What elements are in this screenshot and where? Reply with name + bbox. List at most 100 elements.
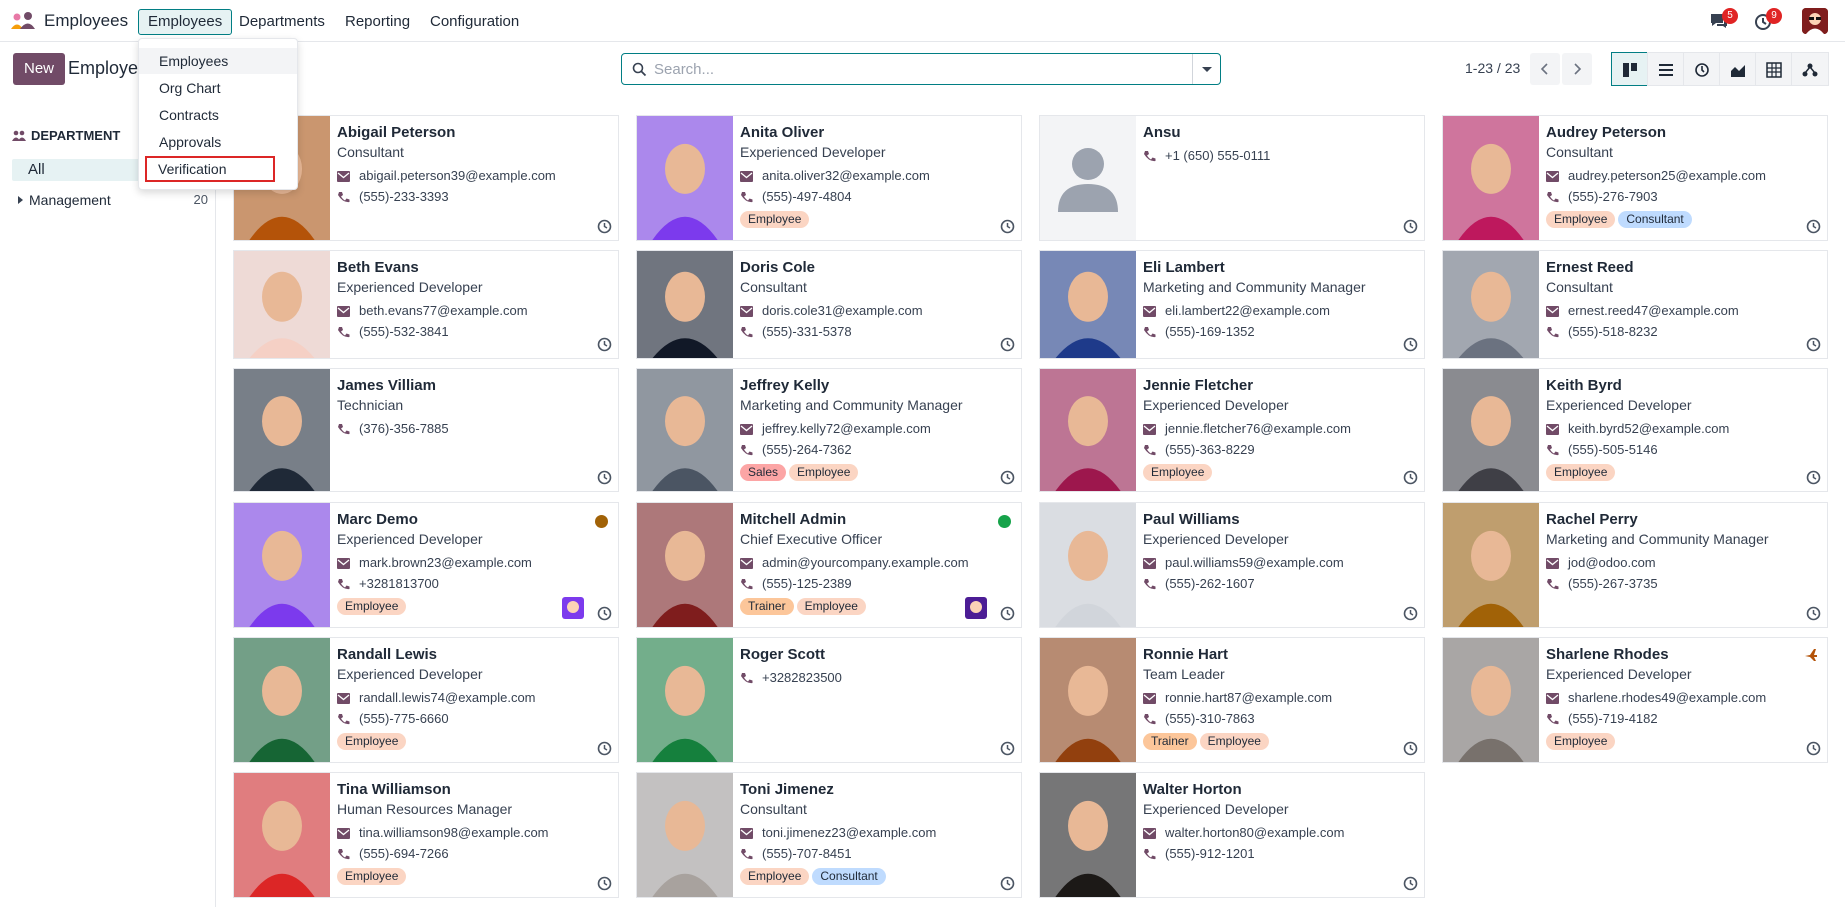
hierarchy-view-button[interactable] (1791, 52, 1829, 86)
sidebar-item-management[interactable]: Management 20 (12, 190, 208, 210)
employee-card[interactable]: Ronnie Hart Team Leader ronnie.hart87@exam… (1039, 637, 1425, 763)
activity-clock-icon[interactable] (1000, 606, 1015, 621)
employee-card[interactable]: Jennie Fletcher Experienced Developer jenn… (1039, 368, 1425, 492)
activity-clock-icon[interactable] (597, 876, 612, 891)
related-user-avatar[interactable] (562, 597, 584, 619)
employee-card[interactable]: Toni Jimenez Consultant toni.jimenez23@exa… (636, 772, 1022, 898)
activity-clock-icon[interactable] (1403, 741, 1418, 756)
employee-name[interactable]: Tina Williamson (337, 781, 451, 798)
employee-card[interactable]: Ansu +1 (650) 555-0111 (1039, 115, 1425, 241)
pager-next[interactable] (1562, 53, 1592, 85)
employees-app-icon[interactable] (10, 11, 36, 31)
employee-card[interactable]: Audrey Peterson Consultant audrey.peterson… (1442, 115, 1828, 241)
list-view-button[interactable] (1647, 52, 1684, 86)
employee-name[interactable]: Roger Scott (740, 646, 825, 663)
employee-name[interactable]: Audrey Peterson (1546, 124, 1666, 141)
employee-phone: (555)-262-1607 (1143, 576, 1255, 591)
employee-card[interactable]: Sharlene Rhodes Experienced Developer shar… (1442, 637, 1828, 763)
employee-card[interactable]: Beth Evans Experienced Developer beth.evan… (233, 250, 619, 359)
app-name[interactable]: Employees (44, 11, 128, 31)
employee-card[interactable]: Keith Byrd Experienced Developer keith.byr… (1442, 368, 1828, 492)
employee-card[interactable]: Marc Demo Experienced Developer mark.brown… (233, 502, 619, 628)
activity-clock-icon[interactable] (597, 337, 612, 352)
pager-previous[interactable] (1530, 53, 1560, 85)
activity-clock-icon[interactable] (1000, 337, 1015, 352)
activity-view-button[interactable] (1683, 52, 1720, 86)
employee-card[interactable]: Paul Williams Experienced Developer paul.w… (1039, 502, 1425, 628)
employee-card[interactable]: Rachel Perry Marketing and Community Mana… (1442, 502, 1828, 628)
employee-name[interactable]: Eli Lambert (1143, 259, 1225, 276)
employee-name[interactable]: Doris Cole (740, 259, 815, 276)
activity-clock-icon[interactable] (1403, 470, 1418, 485)
activity-clock-icon[interactable] (1806, 219, 1821, 234)
dropdown-item-verification[interactable]: Verification (145, 156, 275, 182)
employee-card[interactable]: Randall Lewis Experienced Developer randal… (233, 637, 619, 763)
employee-name[interactable]: Toni Jimenez (740, 781, 834, 798)
employee-name[interactable]: Paul Williams (1143, 511, 1240, 528)
employee-card[interactable]: Roger Scott +3282823500 (636, 637, 1022, 763)
employee-name[interactable]: James Villiam (337, 377, 436, 394)
pivot-view-button[interactable] (1755, 52, 1792, 86)
graph-view-button[interactable] (1719, 52, 1756, 86)
employee-card[interactable]: Tina Williamson Human Resources Manager ti… (233, 772, 619, 898)
activity-clock-icon[interactable] (1403, 876, 1418, 891)
activity-clock-icon[interactable] (597, 219, 612, 234)
search-input[interactable] (654, 58, 1194, 80)
employee-name[interactable]: Rachel Perry (1546, 511, 1638, 528)
dropdown-item-employees[interactable]: Employees (139, 48, 297, 74)
search-box[interactable] (621, 53, 1221, 85)
activity-clock-icon[interactable] (1403, 606, 1418, 621)
employee-card[interactable]: Jeffrey Kelly Marketing and Community Man… (636, 368, 1022, 492)
activity-clock-icon[interactable] (1806, 470, 1821, 485)
user-avatar[interactable] (1802, 8, 1828, 34)
activity-clock-icon[interactable] (597, 606, 612, 621)
pager-value[interactable]: 1-23 / 23 (1465, 60, 1520, 76)
activity-clock-icon[interactable] (1806, 606, 1821, 621)
menu-departments[interactable]: Departments (229, 9, 335, 35)
dropdown-item-approvals[interactable]: Approvals (139, 129, 297, 155)
activity-clock-icon[interactable] (1806, 741, 1821, 756)
dropdown-item-contracts[interactable]: Contracts (139, 102, 297, 128)
employee-card[interactable]: Ernest Reed Consultant ernest.reed47@examp… (1442, 250, 1828, 359)
employee-name[interactable]: Walter Horton (1143, 781, 1242, 798)
activity-clock-icon[interactable] (1000, 470, 1015, 485)
employee-name[interactable]: Keith Byrd (1546, 377, 1622, 394)
activity-clock-icon[interactable] (1000, 876, 1015, 891)
employee-name[interactable]: Abigail Peterson (337, 124, 455, 141)
employee-name[interactable]: Marc Demo (337, 511, 418, 528)
activity-clock-icon[interactable] (1806, 337, 1821, 352)
employee-name[interactable]: Sharlene Rhodes (1546, 646, 1669, 663)
activity-clock-icon[interactable] (597, 741, 612, 756)
activity-clock-icon[interactable] (597, 470, 612, 485)
tag-employee: Employee (740, 211, 810, 228)
related-user-avatar[interactable] (965, 597, 987, 619)
employee-name[interactable]: Ronnie Hart (1143, 646, 1228, 663)
employee-name[interactable]: Ernest Reed (1546, 259, 1634, 276)
employee-card[interactable]: Mitchell Admin Chief Executive Officer adm… (636, 502, 1022, 628)
employee-card[interactable]: Doris Cole Consultant doris.cole31@example… (636, 250, 1022, 359)
employee-name[interactable]: Anita Oliver (740, 124, 824, 141)
kanban-view-button[interactable] (1611, 52, 1648, 86)
employee-name[interactable]: Randall Lewis (337, 646, 437, 663)
employee-card[interactable]: Eli Lambert Marketing and Community Manag… (1039, 250, 1425, 359)
menu-configuration[interactable]: Configuration (420, 9, 529, 35)
employee-card[interactable]: Anita Oliver Experienced Developer anita.o… (636, 115, 1022, 241)
activity-clock-icon[interactable] (1000, 219, 1015, 234)
menu-employees[interactable]: Employees (138, 9, 233, 35)
activity-clock-icon[interactable] (1403, 219, 1418, 234)
phone-icon (741, 673, 753, 684)
activity-clock-icon[interactable] (1000, 741, 1015, 756)
activity-clock-icon[interactable] (1403, 337, 1418, 352)
menu-reporting[interactable]: Reporting (335, 9, 420, 35)
employee-name[interactable]: Mitchell Admin (740, 511, 846, 528)
dropdown-item-org-chart[interactable]: Org Chart (139, 75, 297, 101)
employee-name[interactable]: Jeffrey Kelly (740, 377, 829, 394)
employee-name[interactable]: Beth Evans (337, 259, 419, 276)
caret-right-icon[interactable] (18, 196, 23, 204)
search-options-toggle[interactable] (1192, 54, 1220, 84)
employee-name[interactable]: Jennie Fletcher (1143, 377, 1253, 394)
new-button[interactable]: New (13, 53, 65, 85)
employee-card[interactable]: Walter Horton Experienced Developer walter… (1039, 772, 1425, 898)
employee-name[interactable]: Ansu (1143, 124, 1181, 141)
employee-card[interactable]: James Villiam Technician (376)-356-7885 (233, 368, 619, 492)
